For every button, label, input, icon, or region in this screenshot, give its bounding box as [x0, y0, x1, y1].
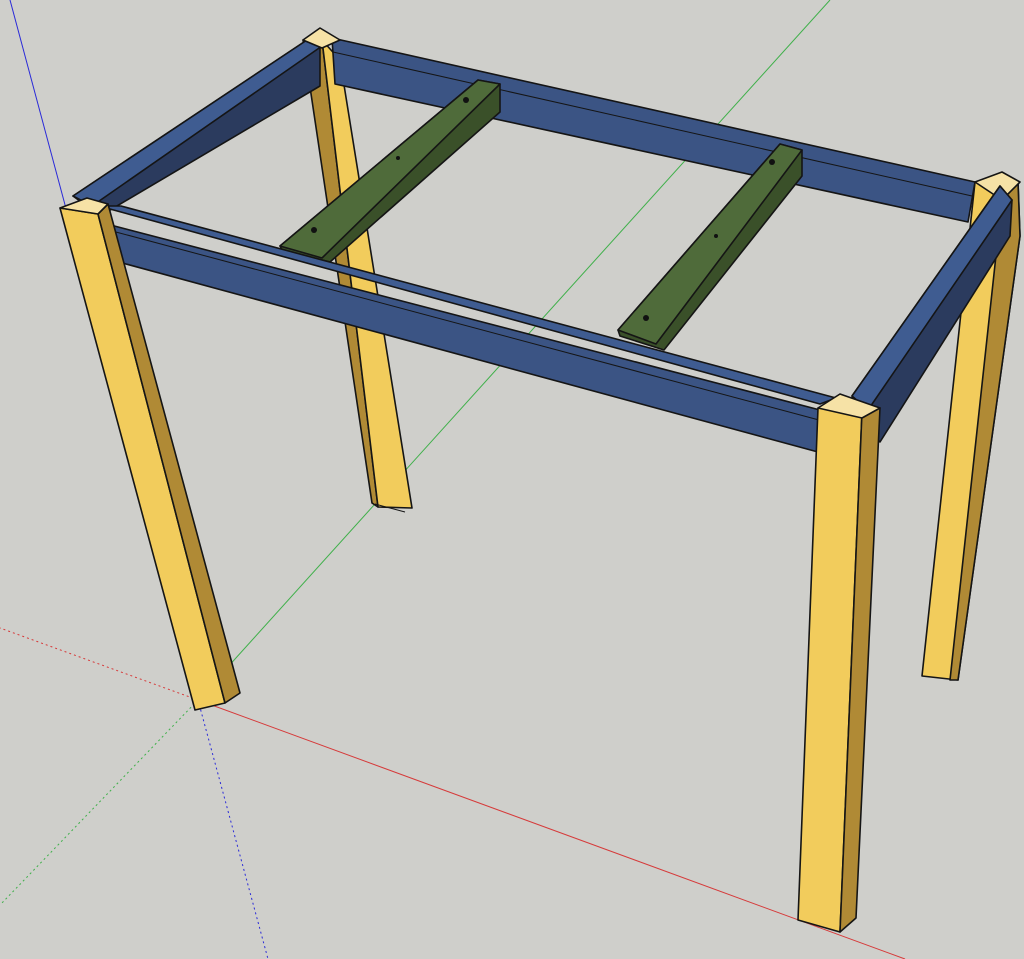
screw-hole	[311, 227, 317, 233]
apron-left[interactable]	[72, 37, 323, 217]
stretcher-right[interactable]	[617, 143, 803, 351]
screw-hole	[714, 234, 718, 238]
green-axis-negative	[0, 699, 199, 906]
screw-hole	[643, 315, 649, 321]
screw-hole	[396, 156, 400, 160]
screw-hole	[769, 159, 775, 165]
leg-front-right[interactable]	[797, 393, 881, 933]
3d-model-canvas[interactable]	[0, 0, 1024, 959]
blue-axis-negative	[197, 699, 269, 959]
red-axis-negative	[0, 627, 199, 701]
screw-hole	[463, 97, 469, 103]
modeling-viewport[interactable]	[0, 0, 1024, 959]
